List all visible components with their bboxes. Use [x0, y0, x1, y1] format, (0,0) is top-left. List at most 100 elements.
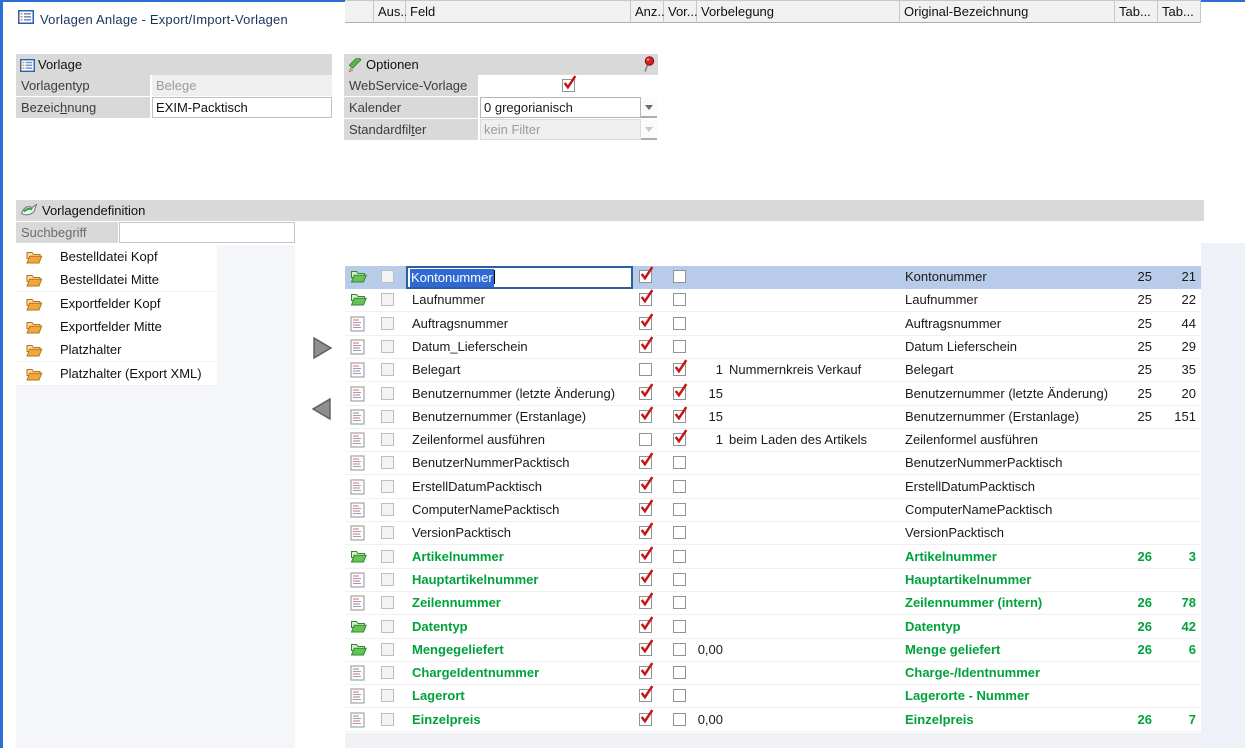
anzeigen-checkbox[interactable] — [639, 666, 652, 679]
feld-value: Laufnummer — [412, 289, 485, 311]
table-row[interactable]: ErstellDatumPacktischErstellDatumPacktis… — [345, 476, 1201, 499]
aus-checkbox — [381, 503, 394, 516]
table-row[interactable]: AuftragsnummerAuftragsnummer2544 — [345, 313, 1201, 336]
aus-checkbox — [381, 293, 394, 306]
header-cell-anz[interactable]: Anz... — [631, 0, 664, 23]
table-row[interactable]: Zeilenformel ausführen1beim Laden des Ar… — [345, 429, 1201, 452]
anzeigen-checkbox[interactable] — [639, 317, 652, 330]
table-row[interactable]: Datum_LieferscheinDatum Lieferschein2529 — [345, 336, 1201, 359]
vorbelegung-checkbox[interactable] — [673, 456, 686, 469]
move-right-button[interactable] — [309, 335, 335, 361]
folder-item[interactable]: Platzhalter — [16, 338, 217, 362]
header-cell-feld[interactable]: Feld — [406, 0, 631, 23]
vorbelegung-checkbox[interactable] — [673, 526, 686, 539]
vorbelegung-checkbox[interactable] — [673, 363, 686, 376]
vorbelegung-checkbox[interactable] — [673, 480, 686, 493]
bezeichnung-input[interactable] — [152, 97, 332, 118]
vorbelegung-checkbox[interactable] — [673, 713, 686, 726]
folder-item[interactable]: Bestelldatei Kopf — [16, 245, 217, 269]
header-cell-tab1[interactable]: Tab... — [1115, 0, 1158, 23]
vorbelegung-checkbox[interactable] — [673, 433, 686, 446]
feld-edit-input[interactable]: Kontonummer — [406, 266, 633, 289]
anzeigen-checkbox[interactable] — [639, 433, 652, 446]
vorbelegung-checkbox[interactable] — [673, 550, 686, 563]
anzeigen-checkbox[interactable] — [639, 713, 652, 726]
kalender-dropdown[interactable]: 0 gregorianisch — [480, 97, 641, 118]
anzeigen-checkbox[interactable] — [639, 387, 652, 400]
header-cell-vorbelegung[interactable]: Vorbelegung — [697, 0, 900, 23]
anzeigen-checkbox[interactable] — [639, 550, 652, 563]
original-bezeichnung: Kontonummer — [905, 266, 987, 288]
anzeigen-checkbox[interactable] — [639, 480, 652, 493]
definition-icon — [20, 202, 38, 224]
header-cell-aus[interactable]: Aus... — [374, 0, 406, 23]
anzeigen-checkbox[interactable] — [639, 596, 652, 609]
original-bezeichnung: ComputerNamePacktisch — [905, 499, 1052, 521]
move-left-button[interactable] — [309, 396, 335, 422]
table-row[interactable]: Benutzernummer (Erstanlage)15Benutzernum… — [345, 406, 1201, 429]
vorbelegung-checkbox[interactable] — [673, 410, 686, 423]
folder-item[interactable]: Exportfelder Mitte — [16, 315, 217, 339]
kalender-label: Kalender — [344, 97, 478, 118]
original-bezeichnung: Datum Lieferschein — [905, 336, 1017, 358]
table-row[interactable]: Benutzernummer (letzte Änderung)15Benutz… — [345, 383, 1201, 406]
anzeigen-checkbox[interactable] — [639, 410, 652, 423]
anzeigen-checkbox[interactable] — [639, 573, 652, 586]
anzeigen-checkbox[interactable] — [639, 526, 652, 539]
table-row[interactable]: ArtikelnummerArtikelnummer263 — [345, 546, 1201, 569]
header-cell-tab2[interactable]: Tab... — [1158, 0, 1201, 23]
table-row[interactable]: ComputerNamePacktischComputerNamePacktis… — [345, 499, 1201, 522]
vorbelegung-checkbox[interactable] — [673, 666, 686, 679]
webservice-checkbox[interactable] — [562, 79, 575, 92]
anzeigen-checkbox[interactable] — [639, 293, 652, 306]
table-row[interactable]: LaufnummerLaufnummer2522 — [345, 289, 1201, 312]
header-cell-vor[interactable]: Vor... — [664, 0, 697, 23]
folder-item[interactable]: Exportfelder Kopf — [16, 292, 217, 316]
anzeigen-checkbox[interactable] — [639, 270, 652, 283]
original-bezeichnung: Artikelnummer — [905, 546, 997, 568]
arrow-right-icon — [309, 335, 335, 361]
table-row[interactable]: Mengegeliefert0,00Menge geliefert266 — [345, 639, 1201, 662]
vorbelegung-checkbox[interactable] — [673, 573, 686, 586]
aus-checkbox — [381, 317, 394, 330]
table-row[interactable]: Belegart1Nummernkreis VerkaufBelegart253… — [345, 359, 1201, 382]
table-row[interactable]: DatentypDatentyp2642 — [345, 616, 1201, 639]
anzeigen-checkbox[interactable] — [639, 363, 652, 376]
tab2-value: 6 — [1158, 639, 1196, 661]
table-row[interactable]: VersionPacktischVersionPacktisch — [345, 522, 1201, 545]
vorbelegung-checkbox[interactable] — [673, 270, 686, 283]
folder-item[interactable]: Platzhalter (Export XML) — [16, 362, 217, 386]
vorbelegung-checkbox[interactable] — [673, 643, 686, 656]
vorbelegung-number: 15 — [697, 406, 723, 428]
original-bezeichnung: Benutzernummer (letzte Änderung) — [905, 383, 1108, 405]
tab2-value: 22 — [1158, 289, 1196, 311]
table-row[interactable]: KontonummerKontonummer2521 — [345, 266, 1201, 289]
anzeigen-checkbox[interactable] — [639, 620, 652, 633]
header-cell-original[interactable]: Original-Bezeichnung — [900, 0, 1115, 23]
folder-label: Exportfelder Mitte — [60, 315, 162, 338]
vorbelegung-checkbox[interactable] — [673, 340, 686, 353]
anzeigen-checkbox[interactable] — [639, 340, 652, 353]
folder-item[interactable]: Bestelldatei Mitte — [16, 268, 217, 292]
search-input[interactable] — [119, 222, 295, 243]
anzeigen-checkbox[interactable] — [639, 689, 652, 702]
table-row[interactable]: BenutzerNummerPacktischBenutzerNummerPac… — [345, 452, 1201, 475]
table-row[interactable]: LagerortLagerorte - Nummer — [345, 685, 1201, 708]
vorbelegung-checkbox[interactable] — [673, 503, 686, 516]
anzeigen-checkbox[interactable] — [639, 456, 652, 469]
vorbelegung-checkbox[interactable] — [673, 317, 686, 330]
standardfilter-dropdown: kein Filter — [480, 119, 641, 140]
kalender-dropdown-button[interactable] — [641, 97, 657, 118]
anzeigen-checkbox[interactable] — [639, 643, 652, 656]
header-cell-icon[interactable] — [345, 0, 374, 23]
vorbelegung-checkbox[interactable] — [673, 620, 686, 633]
vorbelegung-checkbox[interactable] — [673, 689, 686, 702]
vorbelegung-checkbox[interactable] — [673, 293, 686, 306]
anzeigen-checkbox[interactable] — [639, 503, 652, 516]
table-row[interactable]: ZeilennummerZeilennummer (intern)2678 — [345, 592, 1201, 615]
table-row[interactable]: Einzelpreis0,00Einzelpreis267 — [345, 709, 1201, 732]
vorbelegung-checkbox[interactable] — [673, 387, 686, 400]
table-row[interactable]: HauptartikelnummerHauptartikelnummer — [345, 569, 1201, 592]
vorbelegung-checkbox[interactable] — [673, 596, 686, 609]
table-row[interactable]: ChargeIdentnummerCharge-/Identnummer — [345, 662, 1201, 685]
